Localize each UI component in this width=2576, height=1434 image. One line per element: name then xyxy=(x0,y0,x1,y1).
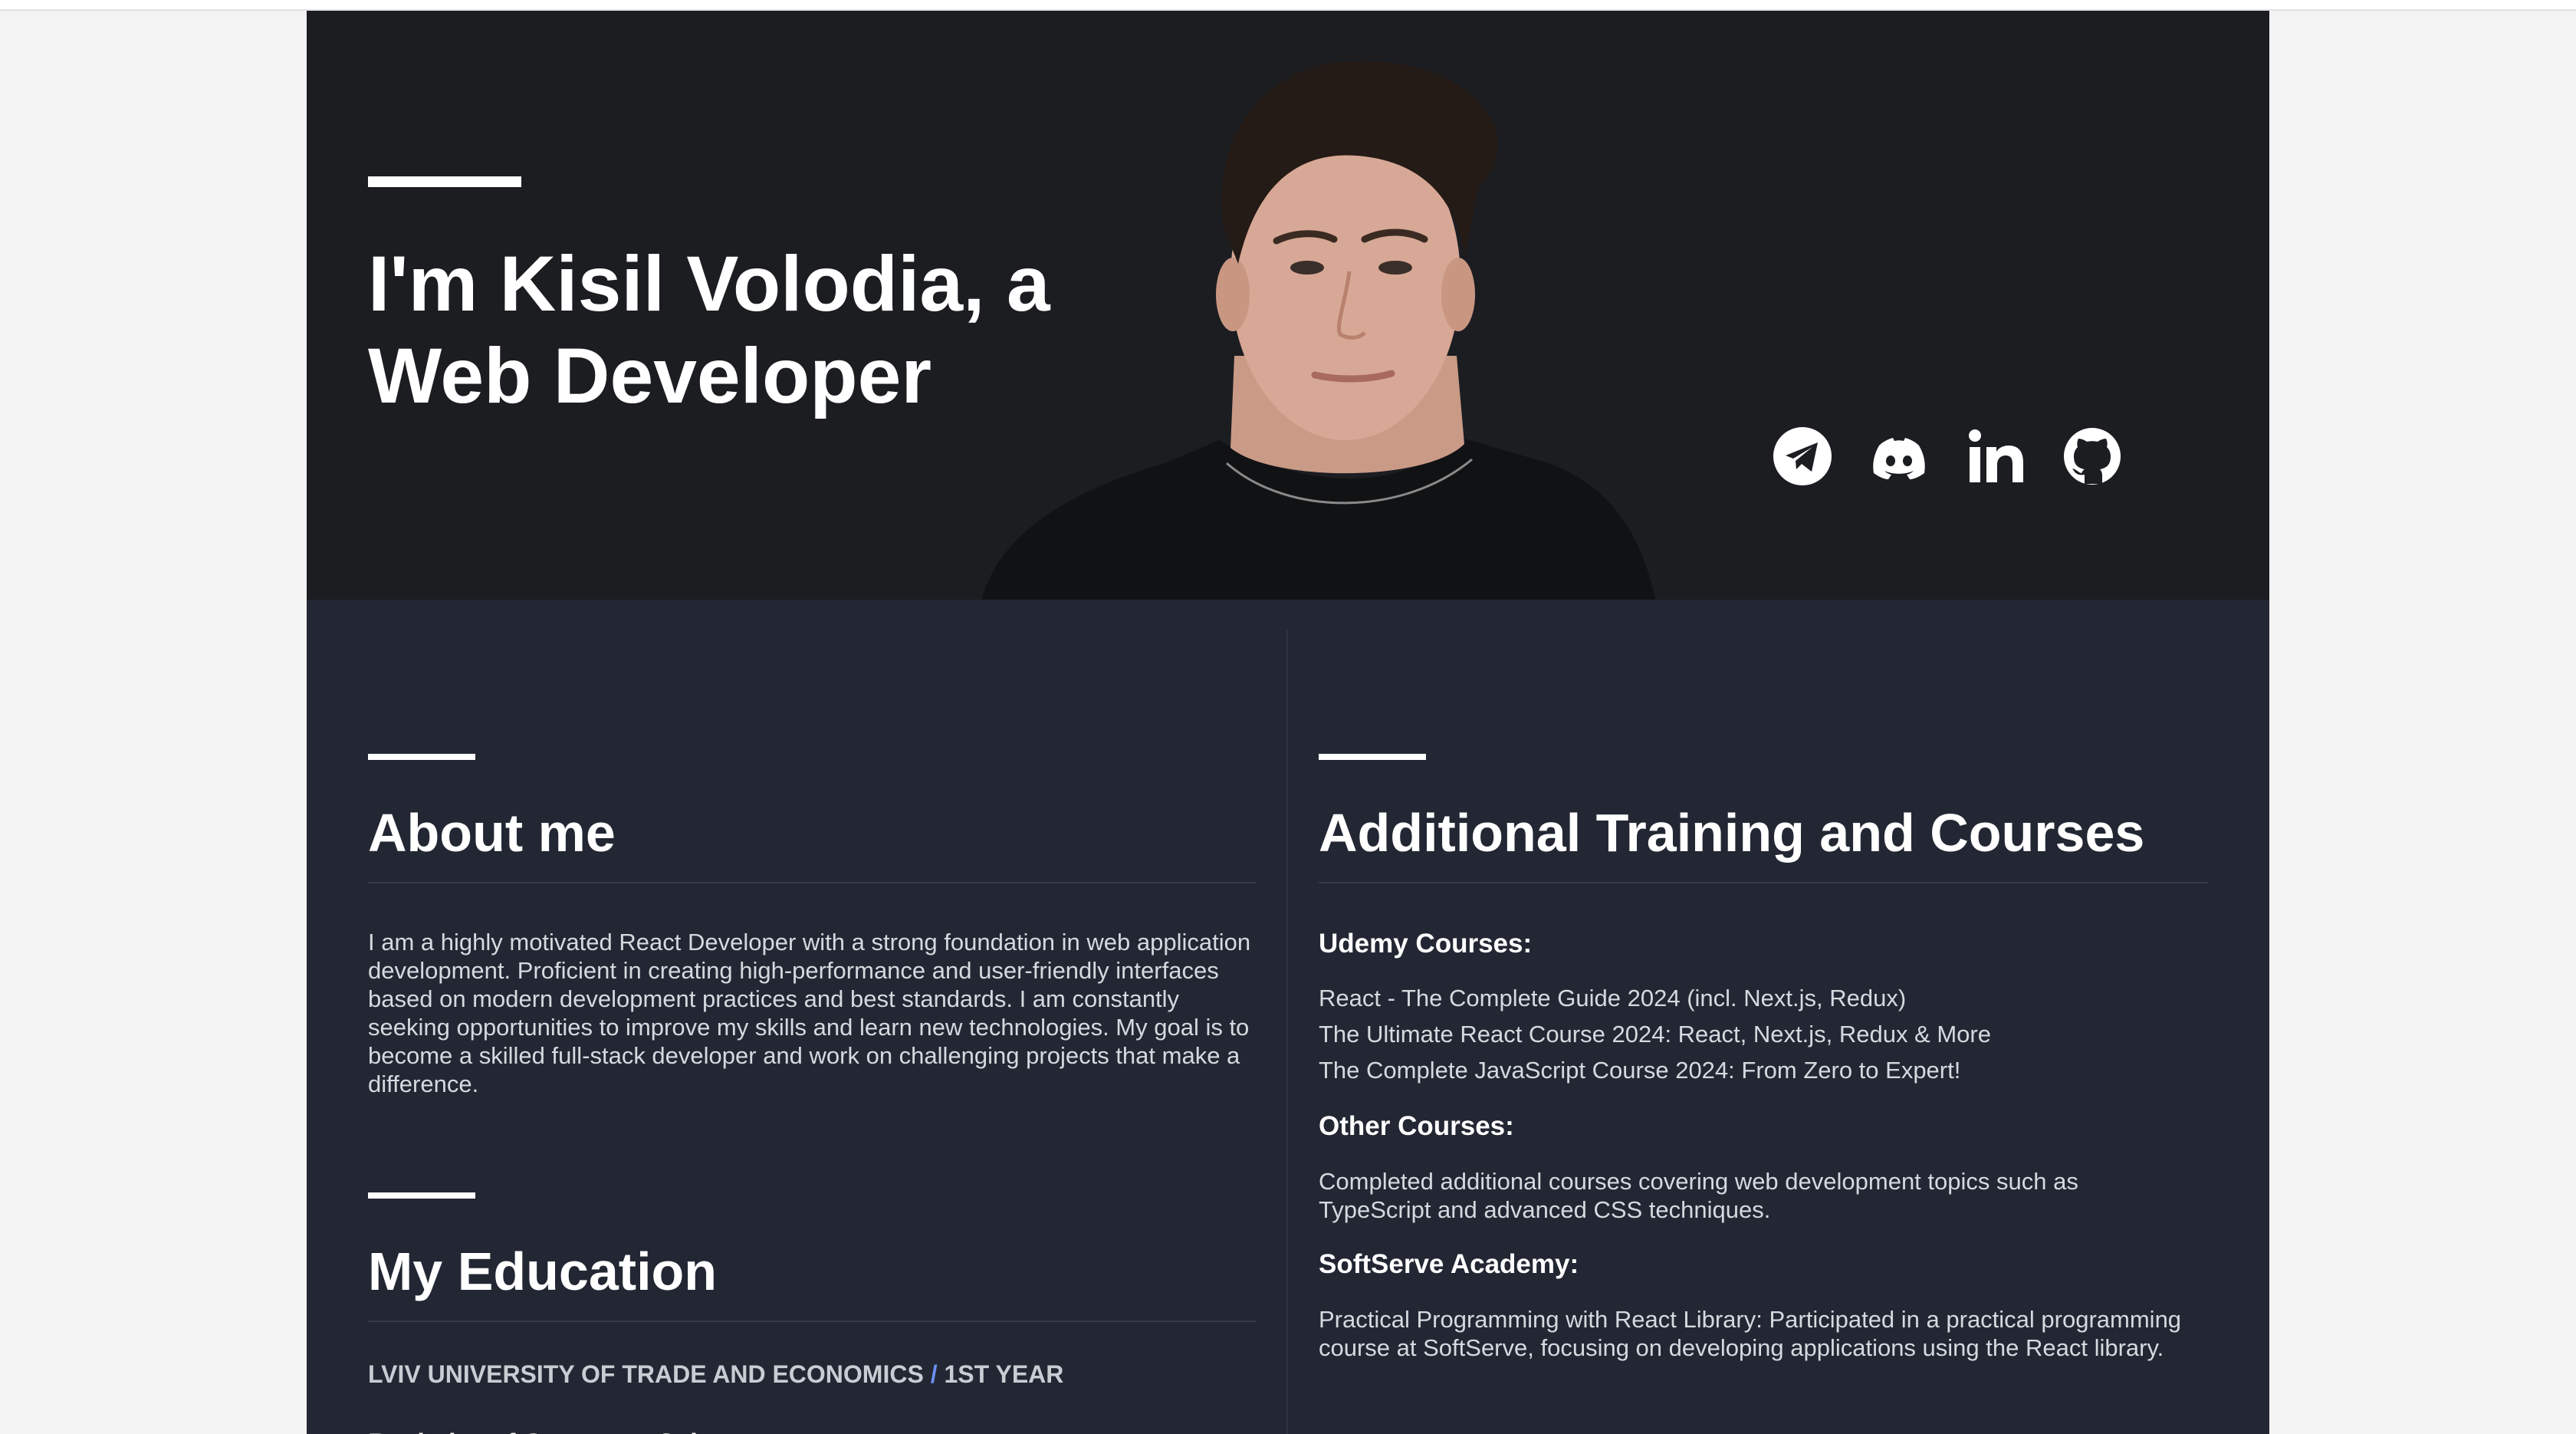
other-courses-text: Completed additional courses covering we… xyxy=(1319,1168,2078,1223)
hero-section: I'm Kisil Volodia, a Web Developer xyxy=(307,11,2269,600)
linkedin-link[interactable] xyxy=(1964,425,2027,488)
course-item: React - The Complete Guide 2024 (incl. N… xyxy=(1319,985,1907,1011)
telegram-link[interactable] xyxy=(1771,425,1834,488)
github-icon xyxy=(2064,428,2121,485)
softserve-title: SoftServe Academy: xyxy=(1319,1249,1579,1279)
softserve-text: Practical Programming with React Library… xyxy=(1319,1306,2182,1361)
about-accent-bar xyxy=(368,754,475,760)
udemy-title: Udemy Courses: xyxy=(1319,929,1533,959)
training-accent-bar xyxy=(1319,754,1426,760)
resume-page: I'm Kisil Volodia, a Web Developer About… xyxy=(307,11,2269,1434)
education-rule xyxy=(368,1321,1256,1322)
education-title: My Education xyxy=(368,1242,718,1301)
university-name: LVIV UNIVERSITY OF TRADE AND ECONOMICS xyxy=(368,1360,924,1388)
discord-icon xyxy=(1873,438,1925,479)
browser-top-edge xyxy=(0,0,2576,11)
github-link[interactable] xyxy=(2061,425,2124,488)
about-rule xyxy=(368,882,1256,883)
telegram-icon xyxy=(1773,427,1832,485)
linkedin-icon xyxy=(1969,429,2023,482)
social-links xyxy=(1771,425,2124,488)
education-accent-bar xyxy=(368,1192,475,1199)
other-courses-title: Other Courses: xyxy=(1319,1111,1514,1141)
hero-accent-bar xyxy=(368,176,521,187)
course-item: The Complete JavaScript Course 2024: Fro… xyxy=(1319,1057,1961,1084)
education-year: 1ST YEAR xyxy=(944,1360,1064,1388)
training-title: Additional Training and Courses xyxy=(1319,803,2145,863)
education-separator: / xyxy=(930,1360,938,1388)
education-institution: LVIV UNIVERSITY OF TRADE AND ECONOMICS /… xyxy=(368,1359,1063,1390)
training-rule xyxy=(1319,882,2208,883)
about-title: About me xyxy=(368,803,616,863)
column-divider xyxy=(1286,630,1288,1434)
course-item: The Ultimate React Course 2024: React, N… xyxy=(1319,1021,1991,1048)
profile-photo xyxy=(981,61,1656,600)
education-degree: Bachelor of Computer Science xyxy=(368,1428,759,1434)
content-section: About me I am a highly motivated React D… xyxy=(307,600,2269,1434)
about-text: I am a highly motivated React Developer … xyxy=(368,929,1251,1097)
discord-link[interactable] xyxy=(1868,425,1930,488)
